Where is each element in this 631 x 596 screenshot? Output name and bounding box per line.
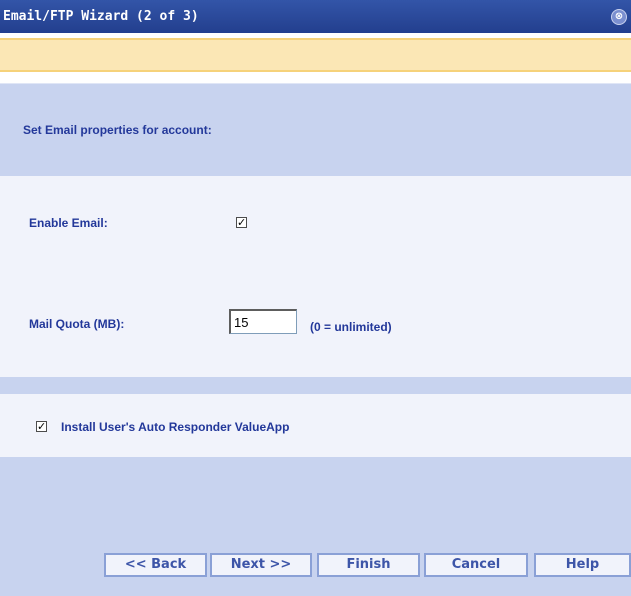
mail-quota-input[interactable]: [229, 309, 297, 334]
window-titlebar: Email/FTP Wizard (2 of 3) ⊗: [0, 0, 631, 33]
close-icon[interactable]: ⊗: [611, 9, 627, 25]
finish-button[interactable]: Finish: [317, 553, 420, 577]
message-bar: [0, 38, 631, 72]
section-header: Set Email properties for account:: [23, 123, 212, 137]
enable-email-label: Enable Email:: [29, 216, 108, 230]
window-title: Email/FTP Wizard (2 of 3): [3, 9, 199, 24]
enable-email-checkbox[interactable]: ✓: [236, 217, 247, 228]
cancel-button[interactable]: Cancel: [424, 553, 528, 577]
email-settings-form: [0, 176, 631, 377]
next-button[interactable]: Next >>: [210, 553, 312, 577]
mail-quota-hint: (0 = unlimited): [310, 320, 392, 334]
mail-quota-label: Mail Quota (MB):: [29, 317, 125, 331]
help-button[interactable]: Help: [534, 553, 631, 577]
section-divider: [0, 377, 631, 394]
autoresponder-checkbox[interactable]: ✓: [36, 421, 47, 432]
back-button[interactable]: << Back: [104, 553, 207, 577]
autoresponder-label: Install User's Auto Responder ValueApp: [61, 420, 290, 434]
